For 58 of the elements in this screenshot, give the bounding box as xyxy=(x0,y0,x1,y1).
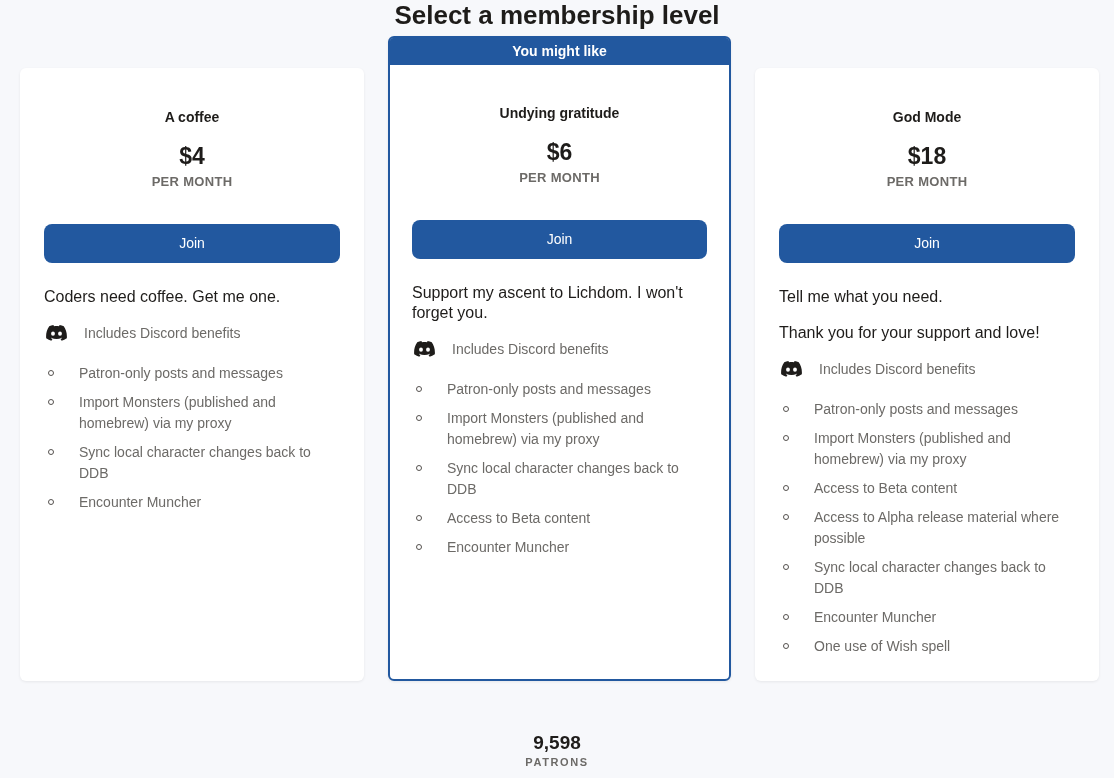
tier-description: Tell me what you need. xyxy=(779,287,944,307)
benefit-item: Encounter Muncher xyxy=(447,538,570,557)
discord-logo-icon xyxy=(414,341,435,357)
discord-logo-icon xyxy=(781,361,802,377)
benefit-item: Patron-only posts and messages xyxy=(79,364,283,383)
tier-name: God Mode xyxy=(891,108,963,126)
bullet-icon xyxy=(783,514,789,520)
patron-count: 9,598 xyxy=(533,731,581,755)
tier-name: A coffee xyxy=(163,108,221,126)
tier-description: Thank you for your support and love! xyxy=(779,323,1041,343)
bullet-icon xyxy=(416,415,422,421)
benefit-item: One use of Wish spell xyxy=(814,637,951,656)
discord-benefits-text: Includes Discord benefits xyxy=(819,359,976,379)
benefit-item: Import Monsters (published and homebrew) via my proxy xyxy=(447,409,645,449)
tier-description: Coders need coffee. Get me one. xyxy=(44,287,282,307)
bullet-icon xyxy=(48,449,54,455)
benefit-item: Sync local character changes back to DDB xyxy=(79,443,312,483)
benefit-item: Sync local character changes back to DDB xyxy=(447,459,680,499)
bullet-icon xyxy=(48,499,54,505)
bullet-icon xyxy=(783,614,789,620)
join-button[interactable]: Join xyxy=(44,224,340,263)
discord-benefits-text: Includes Discord benefits xyxy=(452,339,609,359)
price-period: PER MONTH xyxy=(518,170,601,186)
tier-price: $6 xyxy=(545,138,574,166)
tier-name: Undying gratitude xyxy=(498,104,621,122)
tier-description: Support my ascent to Lichdom. I won't forget you. xyxy=(412,283,684,323)
benefit-item: Sync local character changes back to DDB xyxy=(814,558,1047,598)
benefit-item: Encounter Muncher xyxy=(814,608,937,627)
bullet-icon xyxy=(416,515,422,521)
benefit-item: Access to Beta content xyxy=(447,509,591,528)
bullet-icon xyxy=(783,564,789,570)
benefit-item: Patron-only posts and messages xyxy=(814,400,1018,419)
benefit-item: Patron-only posts and messages xyxy=(447,380,651,399)
bullet-icon xyxy=(783,406,789,412)
page-title: Select a membership level xyxy=(394,0,720,30)
bullet-icon xyxy=(48,399,54,405)
benefit-item: Access to Alpha release material where possible xyxy=(814,508,1061,548)
recommended-banner: You might like xyxy=(390,38,729,65)
price-period: PER MONTH xyxy=(150,174,234,190)
patrons-label: PATRONS xyxy=(525,755,589,769)
join-button[interactable]: Join xyxy=(779,224,1075,263)
discord-logo-icon xyxy=(46,325,67,341)
benefit-item: Access to Beta content xyxy=(814,479,958,498)
benefit-item: Encounter Muncher xyxy=(79,493,202,512)
tier-price: $18 xyxy=(906,142,948,170)
bullet-icon xyxy=(416,544,422,550)
price-period: PER MONTH xyxy=(885,174,969,190)
benefit-item: Import Monsters (published and homebrew) via my proxy xyxy=(814,429,1012,469)
bullet-icon xyxy=(416,386,422,392)
bullet-icon xyxy=(783,643,789,649)
tier-price: $4 xyxy=(178,142,206,170)
bullet-icon xyxy=(783,435,789,441)
join-button[interactable]: Join xyxy=(412,220,707,259)
bullet-icon xyxy=(416,465,422,471)
bullet-icon xyxy=(48,370,54,376)
discord-benefits-text: Includes Discord benefits xyxy=(84,323,241,343)
benefit-item: Import Monsters (published and homebrew) via my proxy xyxy=(79,393,277,433)
bullet-icon xyxy=(783,485,789,491)
